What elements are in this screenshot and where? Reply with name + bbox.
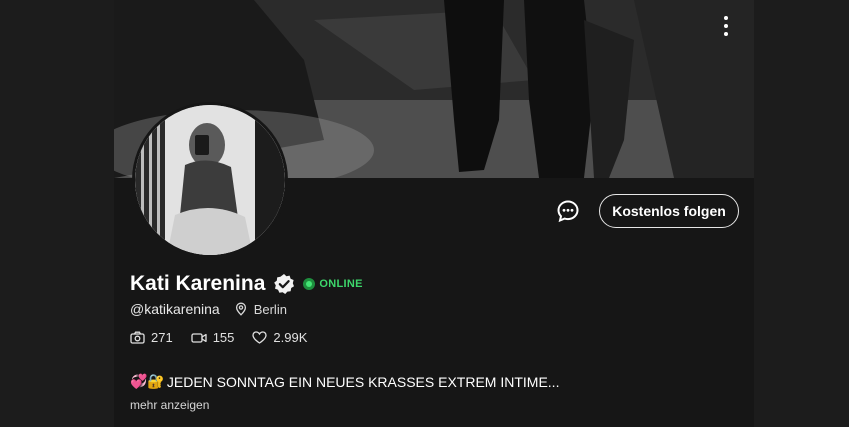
online-status: ONLINE <box>303 278 362 290</box>
name-row: Kati Karenina ONLINE <box>130 272 363 296</box>
camera-icon <box>130 331 145 344</box>
chat-bubble-icon[interactable] <box>556 199 580 223</box>
bio-emoji: 💞🔐 <box>130 373 165 389</box>
map-pin-icon <box>235 302 246 316</box>
heart-icon <box>252 331 268 344</box>
avatar[interactable] <box>132 102 288 258</box>
stat-likes[interactable]: 2.99K <box>252 330 307 345</box>
stat-photos[interactable]: 271 <box>130 330 173 345</box>
verified-check-icon <box>273 273 295 295</box>
profile-handle: @katikarenina <box>130 301 220 317</box>
location-label: Berlin <box>253 301 287 317</box>
more-options-icon[interactable] <box>720 16 732 36</box>
profile-panel: Kostenlos folgen Kati Karenina ONLINE @k… <box>114 0 754 427</box>
stats-row: 271 155 2.99K <box>130 330 307 345</box>
bio-text: JEDEN SONNTAG EIN NEUES KRASSES EXTREM I… <box>166 373 560 390</box>
likes-count: 2.99K <box>273 330 308 345</box>
bio: 💞🔐 JEDEN SONNTAG EIN NEUES KRASSES EXTRE… <box>130 373 559 390</box>
location: Berlin <box>234 302 287 317</box>
videos-count: 155 <box>212 330 235 345</box>
video-camera-icon <box>191 332 207 343</box>
stat-videos[interactable]: 155 <box>191 330 235 345</box>
photos-count: 271 <box>151 330 173 345</box>
show-more-link[interactable]: mehr anzeigen <box>130 398 209 412</box>
avatar-photo-art <box>135 105 285 255</box>
online-label: ONLINE <box>319 278 363 290</box>
follow-button[interactable]: Kostenlos folgen <box>599 194 739 228</box>
handle-row: @katikarenina Berlin <box>130 301 287 317</box>
profile-name: Kati Karenina <box>130 272 266 295</box>
online-dot-icon <box>303 278 316 290</box>
